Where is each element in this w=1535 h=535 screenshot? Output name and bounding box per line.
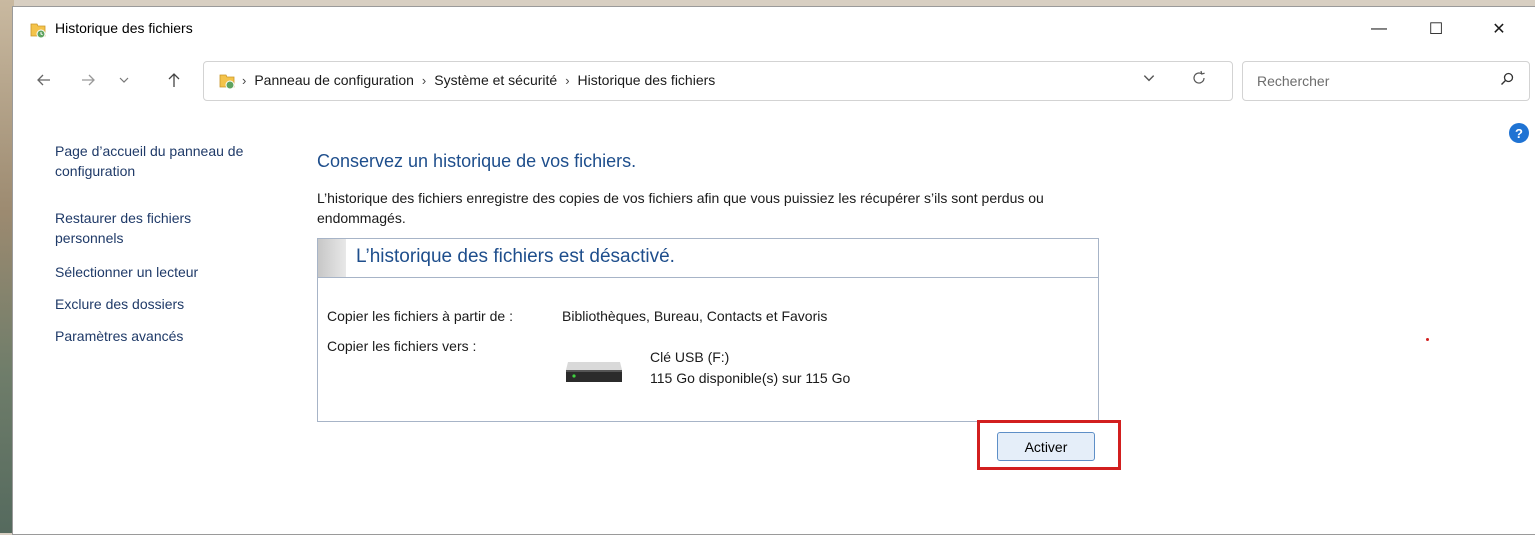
search-icon[interactable] <box>1499 71 1515 87</box>
recent-locations-button[interactable] <box>111 67 137 93</box>
breadcrumb-separator-icon: › <box>421 72 427 88</box>
back-button[interactable] <box>31 67 57 93</box>
sidebar-item-control-panel-home[interactable]: Page d’accueil du panneau de configurati… <box>55 141 275 181</box>
minimize-button[interactable]: — <box>1356 7 1402 51</box>
maximize-icon: ☐ <box>1428 21 1444 38</box>
forward-button[interactable] <box>75 67 101 93</box>
sidebar-item-restore-files[interactable]: Restaurer des fichiers personnels <box>55 208 235 248</box>
breadcrumb-separator-icon: › <box>242 72 247 88</box>
page-title: Conservez un historique de vos fichiers. <box>317 151 637 171</box>
refresh-icon[interactable] <box>1190 69 1208 87</box>
up-button[interactable] <box>161 67 187 93</box>
sidebar-item-exclude-folders[interactable]: Exclure des dossiers <box>55 294 275 314</box>
status-stripe <box>318 239 346 277</box>
close-button[interactable]: ✕ <box>1476 7 1522 51</box>
window-title: Historique des fichiers <box>55 20 193 36</box>
copy-from-label: Copier les fichiers à partir de : <box>327 308 513 324</box>
chevron-down-icon <box>119 77 129 83</box>
navigation-bar: › Panneau de configuration › Système et … <box>13 57 1535 105</box>
search-field[interactable]: Rechercher <box>1242 61 1530 101</box>
copy-from-value: Bibliothèques, Bureau, Contacts et Favor… <box>562 308 828 324</box>
arrow-right-icon <box>82 74 95 86</box>
breadcrumb-file-history[interactable]: Historique des fichiers <box>578 72 716 88</box>
arrow-up-icon <box>168 73 180 87</box>
breadcrumb-control-panel[interactable]: Panneau de configuration <box>254 72 414 88</box>
file-history-window: Historique des fichiers — ☐ ✕ › Panneau … <box>12 6 1535 535</box>
sidebar-item-advanced-settings[interactable]: Paramètres avancés <box>55 326 275 346</box>
status-text: L’historique des fichiers est désactivé. <box>356 246 675 267</box>
usb-drive-icon <box>566 362 622 382</box>
sidebar-item-select-drive[interactable]: Sélectionner un lecteur <box>55 262 275 282</box>
minimize-icon: — <box>1371 20 1387 37</box>
red-marker-dot <box>1426 338 1429 341</box>
status-header: L’historique des fichiers est désactivé. <box>318 239 1098 278</box>
highlight-box <box>977 420 1121 470</box>
address-bar[interactable]: › Panneau de configuration › Système et … <box>203 61 1233 101</box>
drive-name: Clé USB (F:) <box>650 349 730 365</box>
file-history-app-icon <box>30 23 46 39</box>
breadcrumb-system-security[interactable]: Système et sécurité <box>434 72 557 88</box>
close-icon: ✕ <box>1492 21 1506 38</box>
drive-space: 115 Go disponible(s) sur 115 Go <box>650 370 851 386</box>
control-panel-folder-icon <box>219 74 235 90</box>
search-placeholder: Rechercher <box>1257 73 1330 89</box>
breadcrumb-separator-icon: › <box>565 72 570 88</box>
breadcrumb: › Panneau de configuration › Système et … <box>242 72 715 88</box>
file-history-status-panel: L’historique des fichiers est désactivé.… <box>317 238 1099 422</box>
address-dropdown-icon[interactable] <box>1142 71 1156 85</box>
title-bar: Historique des fichiers — ☐ ✕ <box>13 7 1535 51</box>
copy-to-label: Copier les fichiers vers : <box>327 338 477 354</box>
page-description: L’historique des fichiers enregistre des… <box>317 190 1044 226</box>
help-icon[interactable]: ? <box>1509 123 1529 143</box>
maximize-button[interactable]: ☐ <box>1413 7 1459 51</box>
arrow-left-icon <box>37 74 50 86</box>
